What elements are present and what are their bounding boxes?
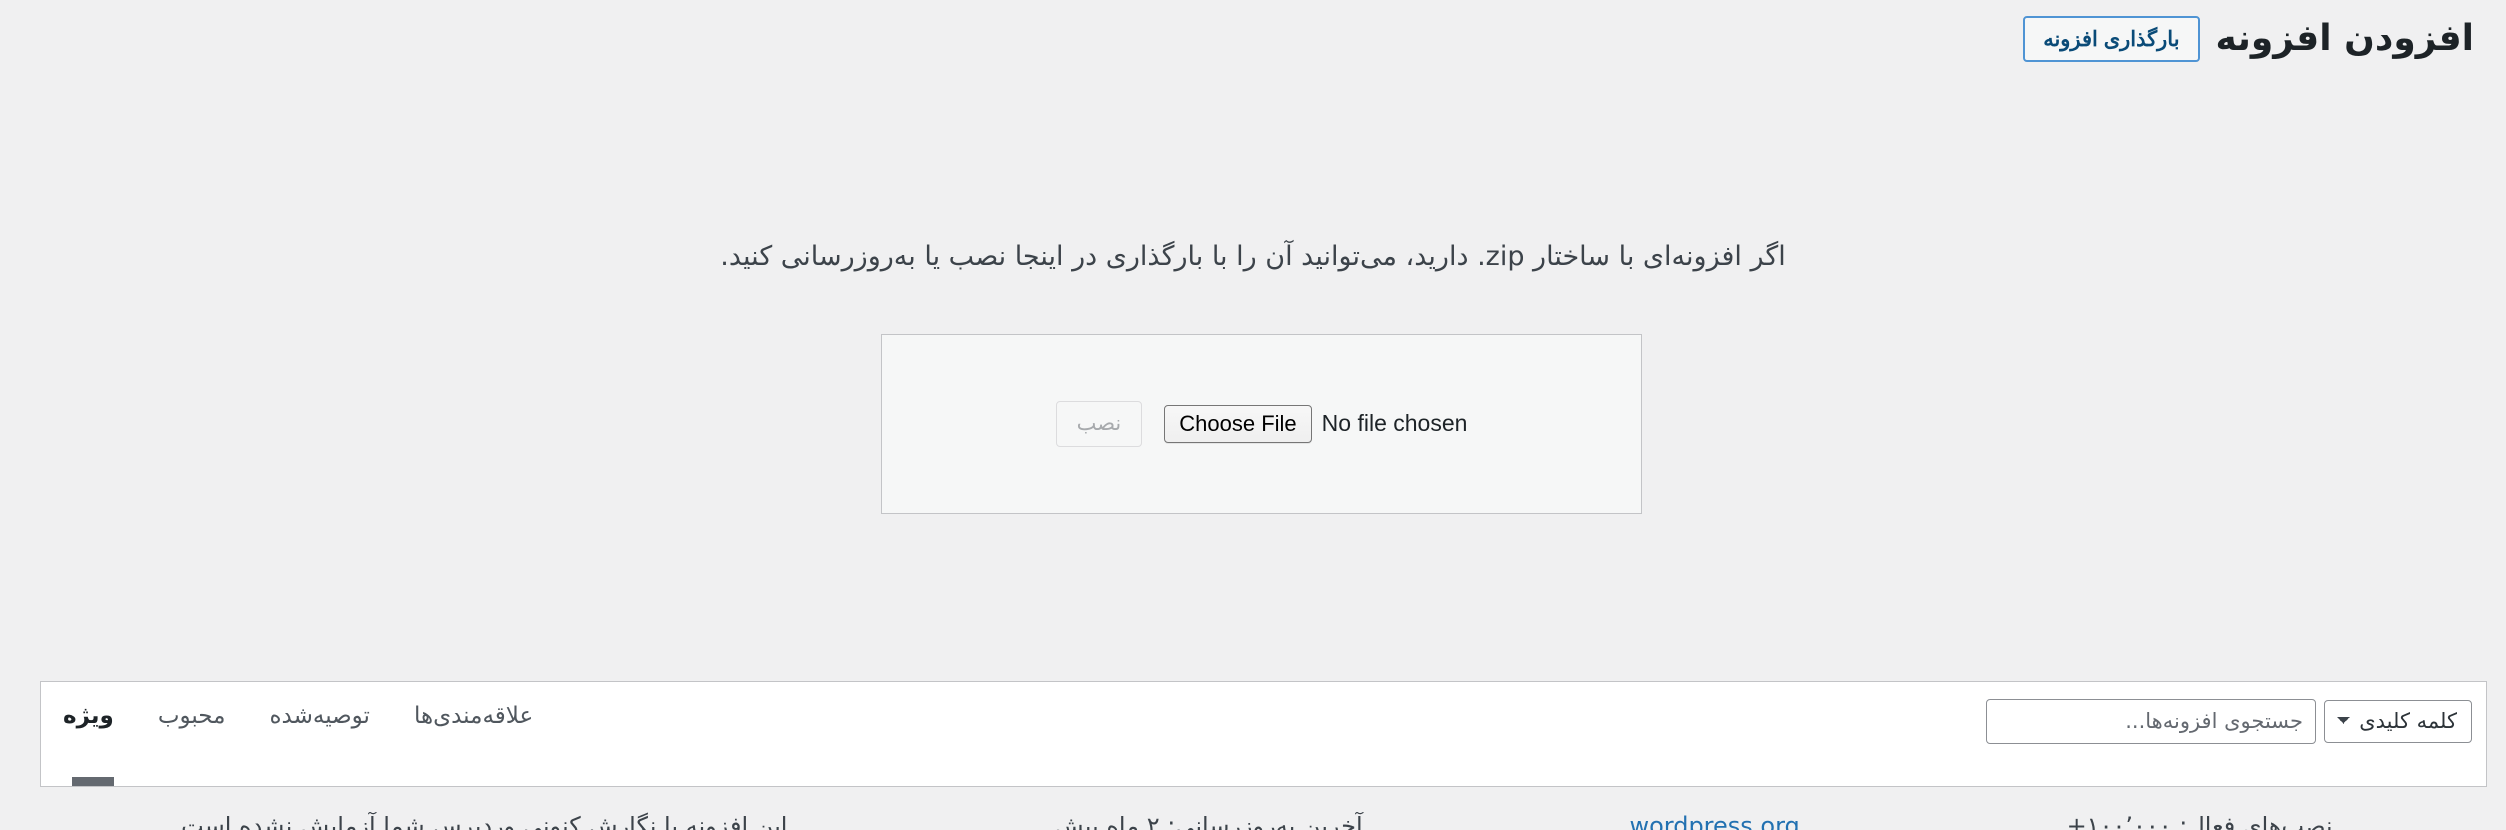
plugin-filter-tabs: علاقه‌مندی‌ها توصیه‌شده محبوب ویژه	[41, 682, 555, 786]
page-header: افزودن افزونه بارگذاری افزونه	[0, 0, 2506, 78]
tab-popular[interactable]: محبوب	[136, 702, 248, 786]
tab-featured[interactable]: ویژه	[41, 702, 136, 786]
plugin-filter-bar: کلمه کلیدینویسندهبرچسب علاقه‌مندی‌ها توص…	[40, 681, 2487, 787]
no-file-chosen-label: No file chosen	[1321, 410, 1468, 437]
peek-text-middle: آخرین به‌روزرسانی: ۲ ماه پیش	[1054, 812, 1363, 830]
wordpress-org-link[interactable]: wordpress.org	[1629, 812, 1799, 830]
plugin-file-input[interactable]: Choose File No file chosen	[1164, 404, 1468, 444]
plugin-results-peek: نصب‌های فعال: ۱۰۰٬۰۰۰+ wordpress.org آخر…	[0, 812, 2506, 830]
peek-text-left: این افزونه با نگارش کنونی وردپرس شما آزم…	[173, 812, 788, 830]
plugin-search-input[interactable]	[1986, 699, 2316, 745]
upload-description-text: اگر افزونه‌ای با ساختار zip. دارید، می‌ت…	[720, 241, 1786, 272]
tab-recommended[interactable]: توصیه‌شده	[247, 702, 391, 786]
plugin-search-group: کلمه کلیدینویسندهبرچسب	[1986, 682, 2486, 745]
upload-plugin-button[interactable]: بارگذاری افزونه	[2023, 16, 2200, 62]
choose-file-button[interactable]: Choose File	[1164, 404, 1312, 444]
page-title: افزودن افزونه	[2215, 17, 2474, 59]
plugin-upload-form: Choose File No file chosen نصب	[1055, 401, 1468, 447]
tab-favorites[interactable]: علاقه‌مندی‌ها	[392, 702, 555, 786]
plugin-search-type-select[interactable]: کلمه کلیدینویسندهبرچسب	[2324, 700, 2472, 744]
plugin-upload-box: Choose File No file chosen نصب	[881, 334, 1642, 514]
peek-text-right: نصب‌های فعال: ۱۰۰٬۰۰۰+	[2066, 812, 2333, 830]
install-now-button[interactable]: نصب	[1055, 401, 1143, 447]
